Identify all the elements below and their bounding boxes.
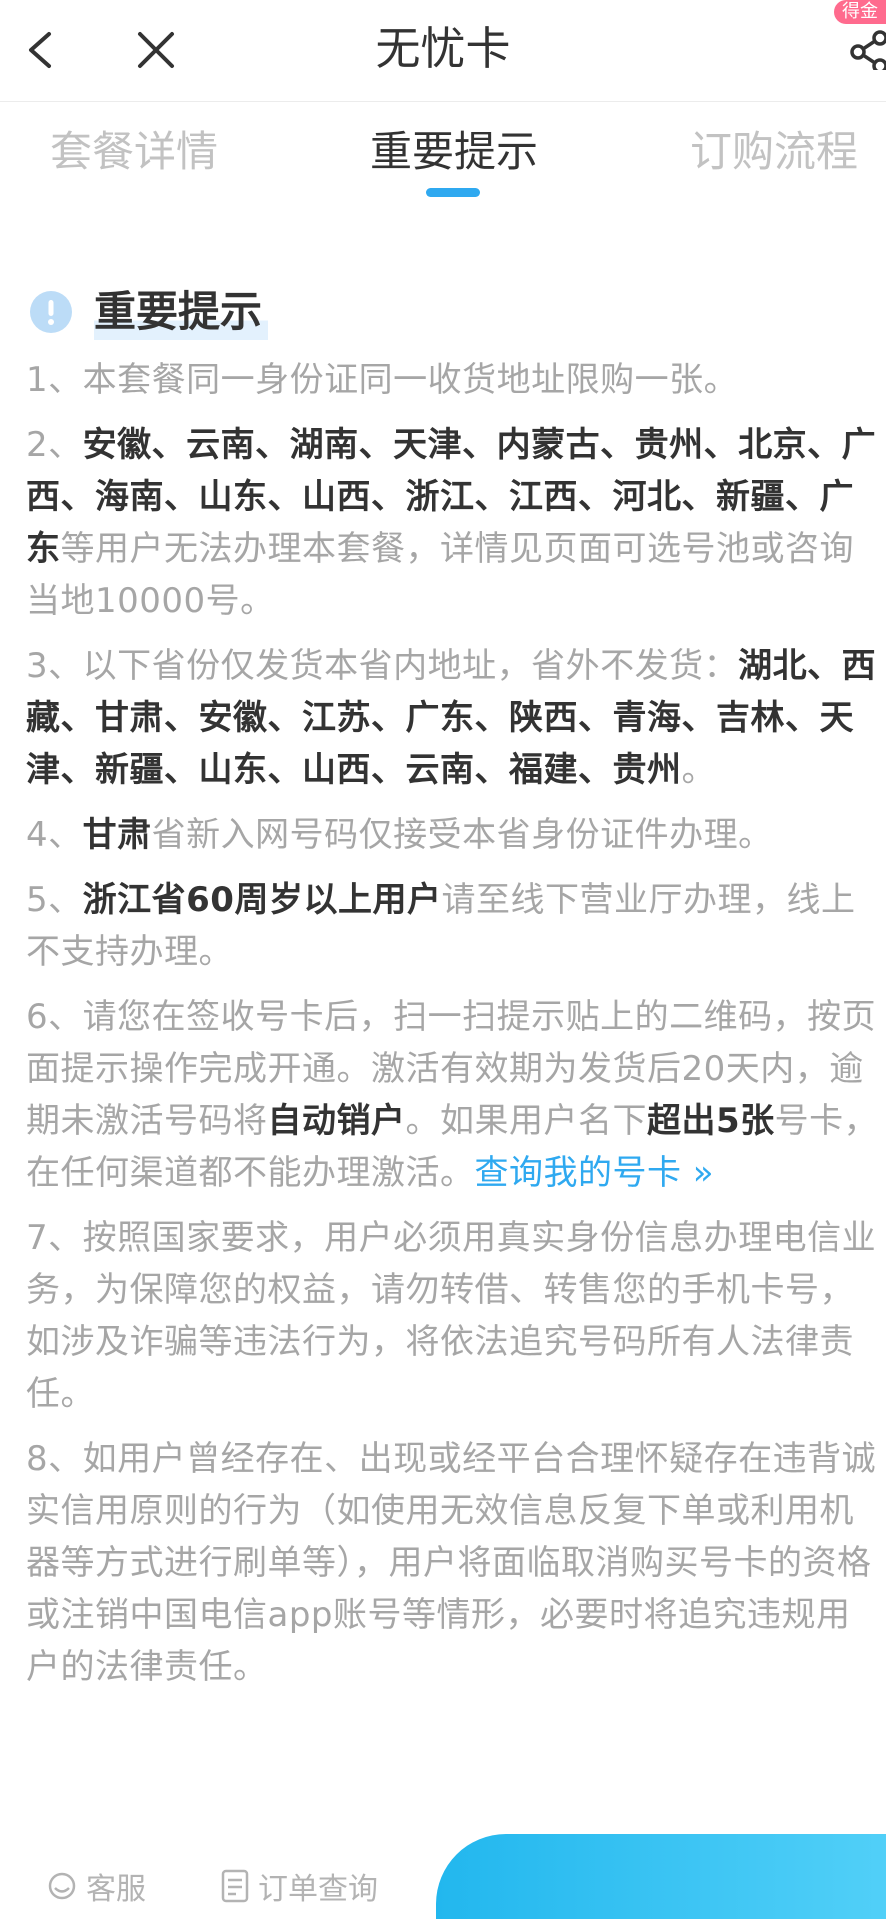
tab-order-process[interactable]: 订购流程 bbox=[690, 124, 858, 180]
notice-item-7: 7、按照国家要求，用户必须用真实身份信息办理电信业务，为保障您的权益，请勿转借、… bbox=[26, 1218, 877, 1414]
headset-icon bbox=[46, 1870, 78, 1902]
page-title: 无忧卡 bbox=[375, 22, 511, 75]
notice-item-6: 6、请您在签收号卡后，扫一扫提示贴上的二维码，按页面提示操作完成开通。激活有效期… bbox=[26, 997, 879, 1193]
order-query-label: 订单查询 bbox=[258, 1872, 378, 1907]
section-header: 重要提示 bbox=[30, 282, 269, 342]
notice-item-8: 8、如用户曾经存在、出现或经平台合理怀疑存在违背诚实信用原则的行为（如使用无效信… bbox=[26, 1439, 877, 1687]
order-now-button[interactable] bbox=[436, 1834, 886, 1919]
share-button[interactable] bbox=[846, 22, 886, 78]
document-icon bbox=[220, 1869, 250, 1903]
query-my-cards-link[interactable]: 查询我的号卡 » bbox=[475, 1153, 715, 1193]
notice-item-1: 1、本套餐同一身份证同一收货地址限购一张。 bbox=[26, 360, 739, 400]
share-icon bbox=[850, 30, 886, 70]
reward-badge[interactable]: 得金 bbox=[834, 0, 886, 24]
order-query-button[interactable]: 订单查询 bbox=[220, 1864, 378, 1908]
tab-important-notice[interactable]: 重要提示 bbox=[370, 124, 538, 180]
notice-item-4: 4、甘肃省新入网号码仅接受本省身份证件办理。 bbox=[26, 815, 773, 855]
active-tab-indicator bbox=[426, 188, 480, 197]
customer-service-button[interactable]: 客服 bbox=[46, 1864, 146, 1908]
tab-package-details[interactable]: 套餐详情 bbox=[50, 124, 218, 180]
exclamation-icon bbox=[30, 291, 72, 333]
customer-service-label: 客服 bbox=[86, 1872, 146, 1907]
notice-list: 1、本套餐同一身份证同一收货地址限购一张。 2、安徽、云南、湖南、天津、内蒙古、… bbox=[26, 354, 880, 1706]
notice-item-3: 3、以下省份仅发货本省内地址，省外不发货：湖北、西藏、甘肃、安徽、江苏、广东、陕… bbox=[26, 646, 877, 790]
notice-item-5: 5、浙江省60周岁以上用户请至线下营业厅办理，线上不支持办理。 bbox=[26, 880, 856, 972]
tab-bar: 套餐详情 重要提示 订购流程 bbox=[0, 104, 886, 204]
section-title: 重要提示 bbox=[94, 284, 269, 340]
top-nav-bar: 无忧卡 得金 bbox=[0, 0, 886, 102]
notice-item-2: 2、安徽、云南、湖南、天津、内蒙古、贵州、北京、广西、海南、山东、山西、浙江、江… bbox=[26, 425, 877, 621]
